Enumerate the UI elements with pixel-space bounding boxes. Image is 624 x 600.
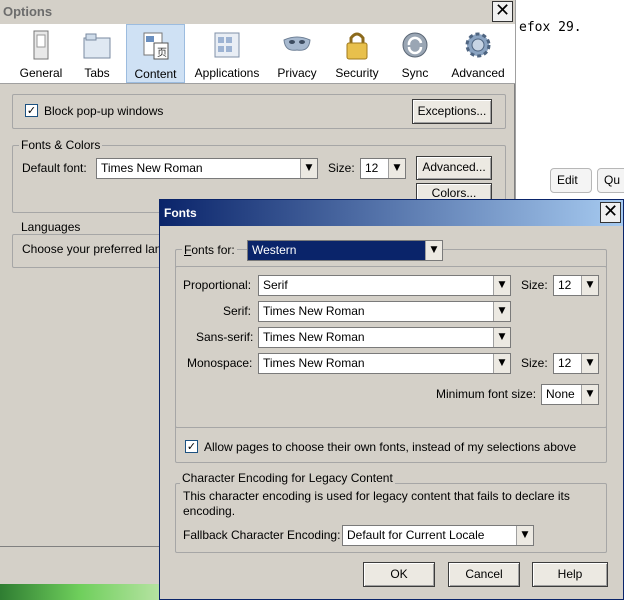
- content-icon: 页: [143, 32, 168, 60]
- tab-security-label: Security: [335, 66, 379, 80]
- fonts-colors-legend: Fonts & Colors: [19, 138, 103, 152]
- tab-applications-label: Applications: [194, 66, 260, 80]
- chevron-down-icon: ▼: [425, 241, 442, 260]
- proportional-size-label: Size:: [521, 278, 548, 292]
- monospace-value: Times New Roman: [263, 356, 365, 370]
- tab-general[interactable]: General: [12, 24, 70, 83]
- cancel-button[interactable]: Cancel: [448, 562, 520, 587]
- background-edit-button[interactable]: Edit: [550, 168, 592, 193]
- padlock-icon: [346, 32, 368, 60]
- fallback-encoding-label: Fallback Character Encoding:: [183, 528, 341, 542]
- options-title: Options: [3, 4, 53, 19]
- fonts-titlebar: Fonts ✕: [160, 200, 623, 226]
- monospace-size-label: Size:: [521, 356, 548, 370]
- tab-general-label: General: [19, 66, 63, 80]
- tab-content-label: Content: [134, 67, 177, 81]
- default-size-label: Size:: [328, 161, 355, 175]
- languages-description: Choose your preferred lang: [22, 242, 160, 256]
- fonts-dialog-title: Fonts: [164, 206, 197, 220]
- close-icon: ✕: [494, 0, 511, 21]
- chevron-down-icon: ▼: [581, 385, 598, 404]
- background-quit-button[interactable]: Qu: [597, 168, 624, 193]
- serif-select[interactable]: Times New Roman ▼: [258, 301, 511, 322]
- fonts-for-label: Fonts for:: [182, 243, 237, 257]
- block-popups-label: Block pop-up windows: [44, 104, 164, 118]
- proportional-label: Proportional:: [183, 278, 252, 292]
- sans-serif-label: Sans-serif:: [196, 330, 254, 344]
- serif-label: Serif:: [223, 304, 252, 318]
- tab-tabs[interactable]: Tabs: [72, 24, 122, 83]
- tab-content[interactable]: 页 Content: [126, 24, 185, 83]
- chevron-down-icon: ▼: [300, 159, 317, 178]
- fonts-for-value: Western: [248, 241, 425, 260]
- tabs-icon: [83, 33, 111, 59]
- proportional-select[interactable]: Serif ▼: [258, 275, 511, 296]
- options-toolbar: General Tabs 页 Content Applications Priv…: [0, 24, 515, 84]
- monospace-size-value: 12: [558, 356, 572, 370]
- sans-serif-select[interactable]: Times New Roman ▼: [258, 327, 511, 348]
- proportional-value: Serif: [263, 278, 288, 292]
- tab-sync[interactable]: Sync: [392, 24, 438, 83]
- options-close-button[interactable]: ✕: [492, 1, 513, 22]
- min-font-size-label: Minimum font size:: [436, 387, 537, 401]
- chevron-down-icon: ▼: [493, 276, 510, 295]
- min-font-size-value: None: [546, 387, 575, 401]
- tab-security[interactable]: Security: [330, 24, 384, 83]
- encoding-legend: Character Encoding for Legacy Content: [180, 471, 395, 485]
- applications-icon: [214, 32, 240, 58]
- exceptions-button[interactable]: Exceptions...: [412, 99, 492, 124]
- svg-text:页: 页: [157, 47, 167, 59]
- proportional-size-select[interactable]: 12 ▼: [553, 275, 599, 296]
- default-size-value: 12: [365, 161, 379, 175]
- proportional-size-value: 12: [558, 278, 572, 292]
- tab-applications[interactable]: Applications: [193, 24, 261, 83]
- fallback-encoding-value: Default for Current Locale: [347, 528, 485, 542]
- chevron-down-icon: ▼: [516, 526, 533, 545]
- allow-pages-checkbox[interactable]: ✓: [185, 440, 198, 453]
- default-font-label: Default font:: [22, 161, 87, 175]
- divider: [0, 546, 159, 547]
- privacy-mask-icon: [283, 36, 311, 51]
- default-font-value: Times New Roman: [101, 161, 203, 175]
- monospace-label: Monospace:: [187, 356, 253, 370]
- chevron-down-icon: ▼: [493, 328, 510, 347]
- default-font-select[interactable]: Times New Roman ▼: [96, 158, 318, 179]
- chevron-down-icon: ▼: [581, 276, 598, 295]
- background-page-text: efox 29.: [519, 20, 582, 35]
- ok-button[interactable]: OK: [363, 562, 435, 587]
- monospace-select[interactable]: Times New Roman ▼: [258, 353, 511, 374]
- fonts-for-select[interactable]: Western ▼: [247, 240, 443, 261]
- tab-privacy[interactable]: Privacy: [270, 24, 324, 83]
- chevron-down-icon: ▼: [581, 354, 598, 373]
- sans-serif-value: Times New Roman: [263, 330, 365, 344]
- tab-privacy-label: Privacy: [277, 66, 317, 80]
- options-titlebar: Options ✕: [0, 0, 515, 24]
- fonts-dialog: Fonts ✕ Fonts for: Western ▼ Proportiona…: [159, 199, 624, 600]
- chevron-down-icon: ▼: [388, 159, 405, 178]
- chevron-down-icon: ▼: [493, 354, 510, 373]
- allow-pages-label: Allow pages to choose their own fonts, i…: [204, 440, 577, 454]
- close-icon: ✕: [602, 201, 619, 222]
- min-font-size-select[interactable]: None ▼: [541, 384, 599, 405]
- advanced-fonts-button[interactable]: Advanced...: [416, 156, 492, 180]
- tab-advanced-label: Advanced: [451, 66, 505, 80]
- chevron-down-icon: ▼: [493, 302, 510, 321]
- serif-value: Times New Roman: [263, 304, 365, 318]
- tab-tabs-label: Tabs: [84, 66, 110, 80]
- fallback-encoding-select[interactable]: Default for Current Locale ▼: [342, 525, 534, 546]
- sync-icon: [402, 32, 428, 58]
- tab-advanced[interactable]: Advanced: [448, 24, 508, 83]
- gear-icon: [465, 32, 491, 58]
- languages-legend: Languages: [19, 220, 83, 234]
- default-size-select[interactable]: 12 ▼: [360, 158, 406, 179]
- help-button[interactable]: Help: [532, 562, 608, 587]
- block-popups-checkbox[interactable]: ✓: [25, 104, 38, 117]
- fonts-close-button[interactable]: ✕: [600, 202, 621, 223]
- monospace-size-select[interactable]: 12 ▼: [553, 353, 599, 374]
- general-icon: [33, 30, 49, 60]
- tab-sync-label: Sync: [401, 66, 429, 80]
- encoding-description: This character encoding is used for lega…: [183, 489, 570, 518]
- taskbar-strip: [0, 584, 160, 600]
